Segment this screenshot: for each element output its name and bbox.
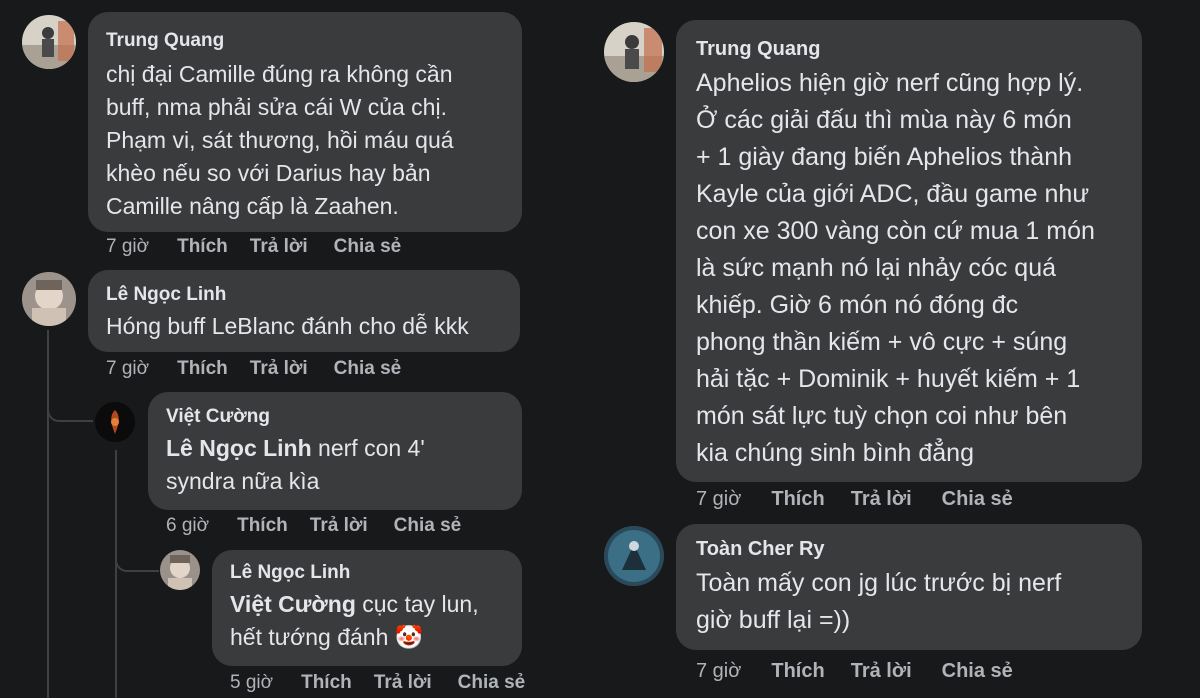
comment-text-line: khiếp. Giờ 6 món nó đóng đc <box>696 291 1019 319</box>
comment-text: nerf con 4' <box>311 435 425 461</box>
comment-author[interactable]: Trung Quang <box>106 30 504 52</box>
comment-text-line: syndra nữa kìa <box>166 468 320 494</box>
like-button[interactable]: Thích <box>771 488 824 511</box>
comment-text-line: hết tướng đánh 🤡 <box>230 624 424 650</box>
comment-text-line: Hóng buff LeBlanc đánh cho dễ kkk <box>106 313 469 339</box>
timestamp[interactable]: 7 giờ <box>106 236 149 258</box>
avatar-image <box>95 402 135 442</box>
like-button[interactable]: Thích <box>301 672 352 694</box>
timestamp[interactable]: 7 giờ <box>106 358 149 380</box>
comment-text-line: Ở các giải đấu thì mùa này 6 món <box>696 106 1072 134</box>
comment-author[interactable]: Toàn Cher Ry <box>696 538 1122 561</box>
like-button[interactable]: Thích <box>771 660 824 683</box>
timestamp[interactable]: 7 giờ <box>696 488 741 511</box>
comment-author[interactable]: Trung Quang <box>696 38 1122 61</box>
comment-text-line: Camille nâng cấp là Zaahen. <box>106 193 399 219</box>
like-button[interactable]: Thích <box>177 236 228 258</box>
avatar[interactable] <box>604 22 664 82</box>
share-button[interactable]: Chia sẻ <box>458 672 526 694</box>
timestamp[interactable]: 7 giờ <box>696 660 741 683</box>
comment-actions: 6 giờ Thích Trả lời Chia sẻ <box>166 515 461 537</box>
comment-text-line: Lê Ngọc Linh nerf con 4' <box>166 432 504 465</box>
comment-text-line: Toàn mấy con jg lúc trước bị nerf <box>696 569 1062 597</box>
thread-connector <box>47 380 93 422</box>
share-button[interactable]: Chia sẻ <box>334 358 402 380</box>
thread-connector <box>115 540 159 572</box>
comment-text-line: món sát lực tuỳ chọn coi như bên <box>696 402 1068 430</box>
comment-text-line: là sức mạnh nó lại nhảy cóc quá <box>696 254 1056 282</box>
avatar-image <box>22 15 76 69</box>
like-button[interactable]: Thích <box>177 358 228 380</box>
comment-author[interactable]: Việt Cường <box>166 406 504 428</box>
reply-button[interactable]: Trả lời <box>851 660 912 683</box>
comment-text-line: + 1 giày đang biến Aphelios thành <box>696 143 1073 171</box>
reply-button[interactable]: Trả lời <box>851 488 912 511</box>
avatar[interactable] <box>604 526 664 586</box>
avatar-image <box>22 272 76 326</box>
comment-text-line: Kayle của giới ADC, đầu game như <box>696 180 1090 208</box>
comment-author[interactable]: Lê Ngọc Linh <box>230 562 504 584</box>
avatar[interactable] <box>160 550 200 590</box>
comment-text-line: con xe 300 vàng còn cứ mua 1 món <box>696 217 1095 245</box>
comment-text-line: phong thần kiếm + vô cực + súng <box>696 328 1068 356</box>
comment-author[interactable]: Lê Ngọc Linh <box>106 284 502 306</box>
comment-bubble: Lê Ngọc Linh Hóng buff LeBlanc đánh cho … <box>88 270 520 352</box>
avatar[interactable] <box>22 272 76 326</box>
comment-bubble: Việt Cường Lê Ngọc Linh nerf con 4' synd… <box>148 392 522 510</box>
comment-actions: 7 giờ Thích Trả lời Chia sẻ <box>696 488 1013 511</box>
comment-actions: 7 giờ Thích Trả lời Chia sẻ <box>696 660 1013 683</box>
comment-bubble: Toàn Cher Ry Toàn mấy con jg lúc trước b… <box>676 524 1142 650</box>
comment-column-right: Trung Quang Aphelios hiện giờ nerf cũng … <box>590 0 1200 698</box>
share-button[interactable]: Chia sẻ <box>334 236 402 258</box>
like-button[interactable]: Thích <box>237 515 288 537</box>
comment-text-line: khèo nếu so với Darius hay bản <box>106 160 431 186</box>
share-button[interactable]: Chia sẻ <box>942 660 1013 683</box>
comment-text-line: Phạm vi, sát thương, hồi máu quá <box>106 127 454 153</box>
avatar-image <box>604 22 664 82</box>
comment-text-line: buff, nma phải sửa cái W của chị. <box>106 94 447 120</box>
comment-bubble: Trung Quang Aphelios hiện giờ nerf cũng … <box>676 20 1142 482</box>
avatar[interactable] <box>95 402 135 442</box>
avatar-image <box>160 550 200 590</box>
comment-text-line: kia chúng sinh bình đẳng <box>696 439 974 467</box>
share-button[interactable]: Chia sẻ <box>394 515 462 537</box>
thread-line <box>115 450 117 698</box>
mention-link[interactable]: Việt Cường <box>230 591 356 617</box>
reply-button[interactable]: Trả lời <box>250 358 308 380</box>
comment-column-left: Trung Quang chị đại Camille đúng ra khôn… <box>0 0 560 698</box>
share-button[interactable]: Chia sẻ <box>942 488 1013 511</box>
avatar[interactable] <box>22 15 76 69</box>
comment-text-line: giờ buff lại =)) <box>696 606 851 634</box>
avatar-image <box>604 526 664 586</box>
comment-text-line: Aphelios hiện giờ nerf cũng hợp lý. <box>696 69 1084 97</box>
comment-actions: 5 giờ Thích Trả lời Chia sẻ <box>230 672 525 694</box>
reply-button[interactable]: Trả lời <box>250 236 308 258</box>
comment-text-line: Việt Cường cục tay lun, <box>230 588 504 621</box>
timestamp[interactable]: 6 giờ <box>166 515 209 537</box>
comment-actions: 7 giờ Thích Trả lời Chia sẻ <box>106 236 401 258</box>
comment-bubble: Lê Ngọc Linh Việt Cường cục tay lun, hết… <box>212 550 522 666</box>
mention-link[interactable]: Lê Ngọc Linh <box>166 435 312 461</box>
reply-button[interactable]: Trả lời <box>310 515 368 537</box>
comment-bubble: Trung Quang chị đại Camille đúng ra khôn… <box>88 12 522 232</box>
timestamp[interactable]: 5 giờ <box>230 672 273 694</box>
comment-actions: 7 giờ Thích Trả lời Chia sẻ <box>106 358 401 380</box>
comment-text-line: hải tặc + Dominik + huyết kiếm + 1 <box>696 365 1081 393</box>
comment-text: cục tay lun, <box>355 591 479 617</box>
comment-text-line: chị đại Camille đúng ra không cần <box>106 61 453 87</box>
reply-button[interactable]: Trả lời <box>374 672 432 694</box>
